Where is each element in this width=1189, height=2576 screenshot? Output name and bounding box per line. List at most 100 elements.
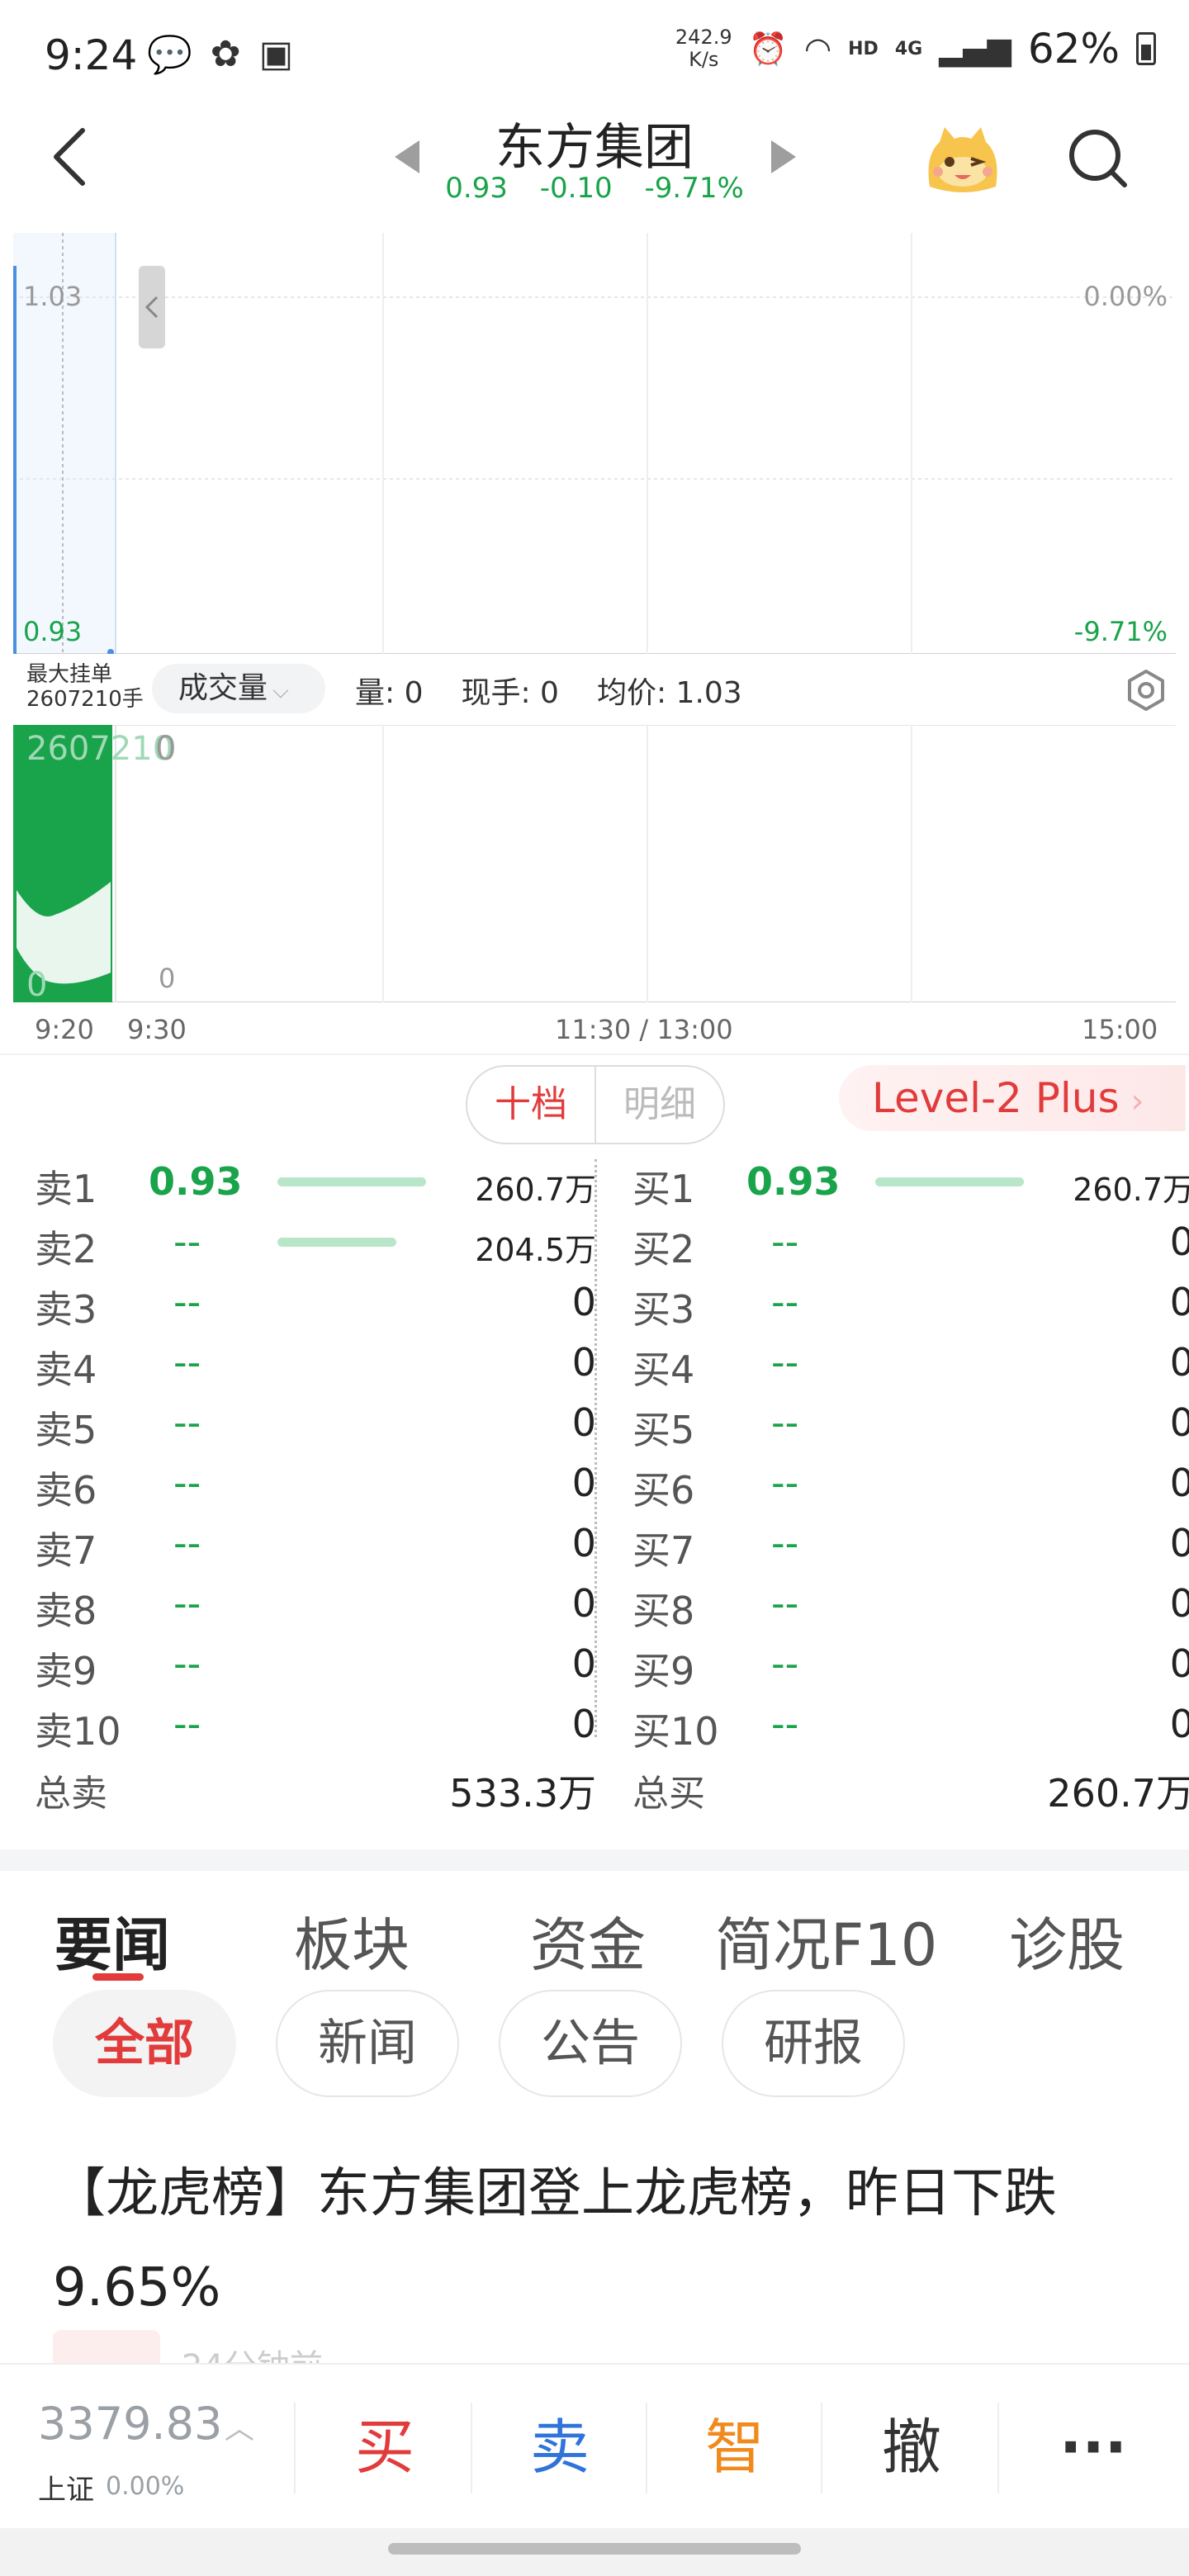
level-label: 卖6: [35, 1468, 97, 1513]
total-buy-row: 总买 260.7万: [632, 1755, 1189, 1818]
chip-all[interactable]: 全部: [53, 1990, 236, 2097]
time-label-open: 9:30: [127, 1014, 187, 1045]
level-label: 卖7: [35, 1528, 97, 1573]
sell-side: 卖1 0.93 260.7万 卖2 -- 204.5万 卖3 -- 0 卖4 -- 0 卖5 -- 0 卖6 -…: [35, 1153, 596, 1818]
stock-header: 东方集团 0.93 -0.10 -9.71%: [0, 107, 1189, 223]
buy-level-row[interactable]: 买8 -- 0: [632, 1574, 1189, 1635]
sell-level-row[interactable]: 卖10 -- 0: [35, 1695, 596, 1755]
home-indicator[interactable]: [388, 2543, 801, 2555]
alarm-icon: ⏰: [748, 30, 788, 67]
sell-level-row[interactable]: 卖9 -- 0: [35, 1635, 596, 1695]
sell-level-row[interactable]: 卖1 0.93 260.7万: [35, 1153, 596, 1213]
sell-level-row[interactable]: 卖3 -- 0: [35, 1273, 596, 1333]
chart-info-bar: 最大挂单 2607210手 成交量 ⌵ 量: 0 现手: 0 均价: 1.03: [0, 657, 1189, 723]
buy-level-row[interactable]: 买6 -- 0: [632, 1454, 1189, 1514]
settings-icon[interactable]: [1125, 669, 1168, 712]
volume-value: 量: 0: [355, 676, 424, 710]
level-label: 卖10: [35, 1709, 121, 1754]
time-label-close: 15:00: [1082, 1014, 1158, 1045]
avg-price-value: 均价: 1.03: [596, 676, 742, 710]
chevron-up-icon[interactable]: ︿: [225, 2404, 254, 2447]
level-price: --: [173, 1521, 201, 1565]
chip-news[interactable]: 新闻: [276, 1990, 459, 2097]
tab-sector[interactable]: 板块: [294, 1899, 410, 1982]
level-label: 卖5: [35, 1408, 97, 1452]
sell-level-row[interactable]: 卖5 -- 0: [35, 1394, 596, 1454]
news-headline[interactable]: 【龙虎榜】东方集团登上龙虎榜，昨日下跌9.65%: [53, 2147, 1118, 2335]
sell-button[interactable]: 卖: [477, 2406, 642, 2488]
buy-level-row[interactable]: 买4 -- 0: [632, 1333, 1189, 1394]
level-price: --: [771, 1461, 799, 1505]
sell-level-row[interactable]: 卖8 -- 0: [35, 1574, 596, 1635]
total-buy-value: 260.7万: [1047, 1771, 1189, 1816]
level-quantity: 0: [1169, 1702, 1189, 1746]
wechat-icon: 💬: [147, 34, 192, 76]
buy-level-row[interactable]: 买10 -- 0: [632, 1695, 1189, 1755]
buy-level-row[interactable]: 买2 -- 0: [632, 1213, 1189, 1273]
price-high-label: 1.03: [23, 281, 82, 312]
level-label: 卖8: [35, 1589, 97, 1633]
level-label: 买3: [632, 1287, 695, 1332]
buy-level-row[interactable]: 买3 -- 0: [632, 1273, 1189, 1333]
quote-line: 0.93 -0.10 -9.71%: [0, 172, 1189, 205]
volume-chart[interactable]: 2607210 0 0 0: [13, 725, 1176, 1002]
level-quantity: 0: [571, 1461, 596, 1505]
level-label: 卖4: [35, 1347, 97, 1392]
level-price: 0.93: [149, 1159, 243, 1204]
level-quantity: 260.7万: [1073, 1172, 1189, 1208]
chip-announcement[interactable]: 公告: [499, 1990, 682, 2097]
buy-button[interactable]: 买: [302, 2406, 467, 2488]
level-price: --: [173, 1702, 201, 1746]
sell-level-row[interactable]: 卖4 -- 0: [35, 1333, 596, 1394]
depth-bar: [277, 1177, 426, 1186]
level-label: 买6: [632, 1468, 695, 1513]
level-quantity: 0: [1169, 1340, 1189, 1385]
level-price: --: [771, 1280, 799, 1324]
bar-divider: [646, 2403, 647, 2493]
tab-capital[interactable]: 资金: [530, 1899, 646, 1982]
buy-level-row[interactable]: 买1 0.93 260.7万: [632, 1153, 1189, 1213]
level-quantity: 0: [1169, 1219, 1189, 1264]
section-divider: [0, 1054, 1189, 1055]
depth-bar: [875, 1177, 1024, 1186]
level-price: --: [771, 1641, 799, 1686]
sell-level-row[interactable]: 卖6 -- 0: [35, 1454, 596, 1514]
search-icon[interactable]: [1065, 125, 1131, 192]
index-name: 上证: [38, 2474, 94, 2507]
more-icon[interactable]: ···: [1011, 2406, 1176, 2488]
tab-diagnosis[interactable]: 诊股: [1009, 1899, 1125, 1982]
buy-level-row[interactable]: 买7 -- 0: [632, 1514, 1189, 1574]
sell-level-row[interactable]: 卖7 -- 0: [35, 1514, 596, 1574]
active-tab-underline: [92, 1973, 144, 1981]
current-price: 0.93: [445, 172, 508, 205]
smart-order-button[interactable]: 智: [652, 2406, 817, 2488]
level-quantity: 0: [571, 1400, 596, 1445]
sell-level-row[interactable]: 卖2 -- 204.5万: [35, 1213, 596, 1273]
tab-ten-levels[interactable]: 十档: [467, 1067, 596, 1143]
level-label: 买4: [632, 1347, 695, 1392]
level-quantity: 0: [1169, 1521, 1189, 1565]
intraday-price-chart[interactable]: 1.03 0.93 0.00% -9.71%: [13, 233, 1176, 654]
prev-stock-icon[interactable]: [395, 140, 419, 173]
time-label-auction: 9:20: [35, 1014, 94, 1045]
buy-level-row[interactable]: 买5 -- 0: [632, 1394, 1189, 1454]
bar-divider: [821, 2403, 822, 2493]
chip-research[interactable]: 研报: [722, 1990, 905, 2097]
next-stock-icon[interactable]: [771, 140, 796, 173]
level2-plus-button[interactable]: Level-2 Plus ›: [839, 1065, 1186, 1131]
indicator-dropdown[interactable]: 成交量 ⌵: [152, 664, 325, 713]
tab-news-highlights[interactable]: 要闻: [54, 1899, 170, 1982]
hd-label: HD: [848, 38, 879, 59]
tab-f10[interactable]: 简况F10: [715, 1899, 937, 1982]
level-price: --: [771, 1521, 799, 1565]
bar-divider: [997, 2403, 999, 2493]
tab-trade-detail[interactable]: 明细: [596, 1067, 723, 1143]
index-value[interactable]: 3379.83: [38, 2398, 222, 2450]
mascot-icon[interactable]: [921, 122, 1004, 197]
level-label: 买8: [632, 1589, 695, 1633]
level-label: 卖3: [35, 1287, 97, 1332]
collapse-handle[interactable]: [139, 266, 165, 348]
buy-level-row[interactable]: 买9 -- 0: [632, 1635, 1189, 1695]
cancel-order-button[interactable]: 撤: [829, 2406, 994, 2488]
level-price: --: [771, 1581, 799, 1626]
